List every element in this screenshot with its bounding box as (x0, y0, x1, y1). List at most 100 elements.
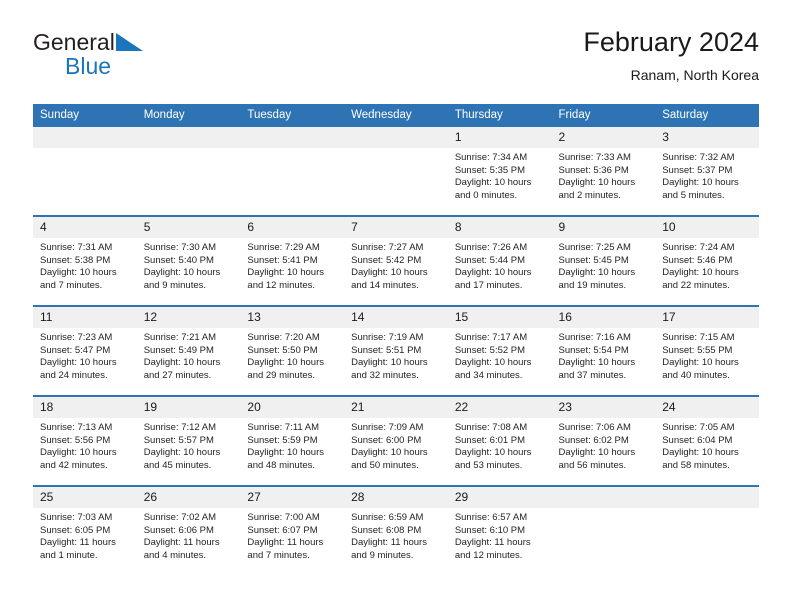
day-cell[interactable]: 22 Sunrise: 7:08 AM Sunset: 6:01 PM Dayl… (447, 395, 552, 486)
sunrise-text: Sunrise: 7:20 AM (247, 332, 320, 343)
sunset-text: Sunset: 5:37 PM (662, 164, 733, 176)
day-cell[interactable]: 12 Sunrise: 7:21 AM Sunset: 5:49 PM Dayl… (136, 305, 241, 396)
day-cell[interactable] (655, 485, 759, 575)
day-details: Sunrise: 7:09 AM Sunset: 6:00 PM Dayligh… (344, 418, 448, 472)
day-cell[interactable]: 8 Sunrise: 7:26 AM Sunset: 5:44 PM Dayli… (447, 215, 552, 306)
day-cell[interactable]: 13 Sunrise: 7:20 AM Sunset: 5:50 PM Dayl… (240, 305, 345, 396)
day-number: 1 (447, 127, 552, 148)
day-cell[interactable]: 27 Sunrise: 7:00 AM Sunset: 6:07 PM Dayl… (240, 485, 345, 575)
sunset-text: Sunset: 5:44 PM (454, 254, 526, 266)
page-subtitle: Ranam, North Korea (630, 67, 759, 83)
sunset-text: Sunset: 6:07 PM (247, 524, 318, 536)
day-cell[interactable]: 25 Sunrise: 7:03 AM Sunset: 6:05 PM Dayl… (33, 485, 137, 575)
daylight-minutes-text: and 1 minute. (40, 549, 98, 561)
sunset-text: Sunset: 5:52 PM (454, 344, 526, 356)
sunrise-text: Sunrise: 7:16 AM (558, 332, 631, 343)
sunset-text: Sunset: 5:35 PM (454, 164, 526, 176)
daylight-hours-text: Daylight: 10 hours (662, 267, 739, 279)
daylight-hours-text: Daylight: 10 hours (454, 267, 532, 279)
sunrise-text: Sunrise: 7:25 AM (558, 242, 631, 253)
day-cell[interactable] (344, 127, 448, 216)
day-cell[interactable]: 9 Sunrise: 7:25 AM Sunset: 5:45 PM Dayli… (551, 215, 656, 306)
daylight-minutes-text: and 2 minutes. (558, 189, 621, 201)
weekday-header-thursday: Thursday (447, 104, 552, 127)
day-cell[interactable]: 18 Sunrise: 7:13 AM Sunset: 5:56 PM Dayl… (33, 395, 137, 486)
daylight-hours-text: Daylight: 11 hours (143, 537, 220, 549)
sunset-text: Sunset: 5:36 PM (558, 164, 629, 176)
sunrise-text: Sunrise: 7:21 AM (143, 332, 217, 343)
daylight-hours-text: Daylight: 10 hours (558, 267, 636, 279)
day-number: 20 (240, 398, 345, 418)
sunrise-text: Sunrise: 7:09 AM (351, 422, 424, 433)
sunset-text: Sunset: 6:08 PM (351, 524, 422, 536)
daylight-hours-text: Daylight: 10 hours (40, 357, 117, 369)
day-cell[interactable]: 3 Sunrise: 7:32 AM Sunset: 5:37 PM Dayli… (655, 127, 759, 216)
day-cell[interactable]: 6 Sunrise: 7:29 AM Sunset: 5:41 PM Dayli… (240, 215, 345, 306)
day-details: Sunrise: 7:25 AM Sunset: 5:45 PM Dayligh… (552, 238, 656, 292)
day-cell[interactable]: 11 Sunrise: 7:23 AM Sunset: 5:47 PM Dayl… (33, 305, 137, 396)
daylight-minutes-text: and 34 minutes. (454, 369, 523, 381)
day-details (552, 508, 656, 512)
daylight-minutes-text: and 50 minutes. (351, 459, 419, 471)
day-cell[interactable]: 20 Sunrise: 7:11 AM Sunset: 5:59 PM Dayl… (240, 395, 345, 486)
daylight-minutes-text: and 48 minutes. (247, 459, 316, 471)
day-cell[interactable]: 16 Sunrise: 7:16 AM Sunset: 5:54 PM Dayl… (551, 305, 656, 396)
daylight-minutes-text: and 7 minutes. (247, 549, 310, 561)
day-cell[interactable] (136, 127, 241, 216)
daylight-hours-text: Daylight: 11 hours (40, 537, 116, 549)
day-details: Sunrise: 7:32 AM Sunset: 5:37 PM Dayligh… (655, 148, 759, 202)
day-details: Sunrise: 7:30 AM Sunset: 5:40 PM Dayligh… (137, 238, 241, 292)
day-cell[interactable]: 15 Sunrise: 7:17 AM Sunset: 5:52 PM Dayl… (447, 305, 552, 396)
sunrise-text: Sunrise: 7:19 AM (351, 332, 424, 343)
daylight-minutes-text: and 58 minutes. (662, 459, 730, 471)
day-cell[interactable]: 1 Sunrise: 7:34 AM Sunset: 5:35 PM Dayli… (447, 127, 552, 216)
day-number (551, 488, 656, 508)
logo-triangle-icon (114, 32, 144, 57)
day-details (33, 148, 137, 152)
daylight-minutes-text: and 5 minutes. (662, 189, 725, 201)
day-cell[interactable]: 14 Sunrise: 7:19 AM Sunset: 5:51 PM Dayl… (344, 305, 448, 396)
day-number: 22 (447, 398, 552, 418)
day-cell[interactable]: 2 Sunrise: 7:33 AM Sunset: 5:36 PM Dayli… (551, 127, 656, 216)
day-number: 16 (551, 308, 656, 328)
sunset-text: Sunset: 5:56 PM (40, 434, 111, 446)
sunset-text: Sunset: 5:50 PM (247, 344, 318, 356)
title-block: February 2024 Ranam, North Korea (583, 26, 759, 85)
day-cell[interactable]: 29 Sunrise: 6:57 AM Sunset: 6:10 PM Dayl… (447, 485, 552, 575)
day-cell[interactable]: 17 Sunrise: 7:15 AM Sunset: 5:55 PM Dayl… (655, 305, 759, 396)
day-cell[interactable]: 21 Sunrise: 7:09 AM Sunset: 6:00 PM Dayl… (344, 395, 448, 486)
calendar-week-row: 11 Sunrise: 7:23 AM Sunset: 5:47 PM Dayl… (33, 305, 759, 396)
day-cell[interactable]: 10 Sunrise: 7:24 AM Sunset: 5:46 PM Dayl… (655, 215, 759, 306)
day-cell[interactable]: 5 Sunrise: 7:30 AM Sunset: 5:40 PM Dayli… (136, 215, 241, 306)
day-cell[interactable]: 19 Sunrise: 7:12 AM Sunset: 5:57 PM Dayl… (136, 395, 241, 486)
daylight-hours-text: Daylight: 10 hours (454, 177, 532, 189)
day-details: Sunrise: 7:26 AM Sunset: 5:44 PM Dayligh… (448, 238, 552, 292)
day-details: Sunrise: 7:29 AM Sunset: 5:41 PM Dayligh… (240, 238, 344, 292)
day-details: Sunrise: 7:02 AM Sunset: 6:06 PM Dayligh… (137, 508, 241, 562)
day-number: 4 (33, 218, 137, 238)
sunset-text: Sunset: 6:02 PM (558, 434, 629, 446)
day-cell[interactable]: 24 Sunrise: 7:05 AM Sunset: 6:04 PM Dayl… (655, 395, 759, 486)
day-cell[interactable]: 23 Sunrise: 7:06 AM Sunset: 6:02 PM Dayl… (551, 395, 656, 486)
day-number: 18 (33, 398, 137, 418)
day-details: Sunrise: 7:17 AM Sunset: 5:52 PM Dayligh… (448, 328, 552, 382)
day-cell[interactable] (551, 485, 656, 575)
general-blue-logo[interactable]: General Blue (33, 30, 263, 90)
weekday-header-wednesday: Wednesday (344, 104, 448, 127)
day-cell[interactable]: 26 Sunrise: 7:02 AM Sunset: 6:06 PM Dayl… (136, 485, 241, 575)
day-cell[interactable]: 7 Sunrise: 7:27 AM Sunset: 5:42 PM Dayli… (344, 215, 448, 306)
day-cell[interactable] (240, 127, 345, 216)
day-cell[interactable]: 28 Sunrise: 6:59 AM Sunset: 6:08 PM Dayl… (344, 485, 448, 575)
day-number: 13 (240, 308, 345, 328)
sunrise-text: Sunrise: 7:15 AM (662, 332, 735, 343)
daylight-minutes-text: and 14 minutes. (351, 279, 419, 291)
calendar-header-row: Sunday Monday Tuesday Wednesday Thursday… (33, 104, 759, 127)
day-number (655, 488, 759, 508)
day-details: Sunrise: 7:23 AM Sunset: 5:47 PM Dayligh… (33, 328, 137, 382)
day-cell[interactable]: 4 Sunrise: 7:31 AM Sunset: 5:38 PM Dayli… (33, 215, 137, 306)
day-details: Sunrise: 7:24 AM Sunset: 5:46 PM Dayligh… (655, 238, 759, 292)
day-details: Sunrise: 7:00 AM Sunset: 6:07 PM Dayligh… (240, 508, 344, 562)
sunset-text: Sunset: 5:55 PM (662, 344, 733, 356)
day-details: Sunrise: 7:08 AM Sunset: 6:01 PM Dayligh… (448, 418, 552, 472)
day-cell[interactable] (33, 127, 137, 216)
